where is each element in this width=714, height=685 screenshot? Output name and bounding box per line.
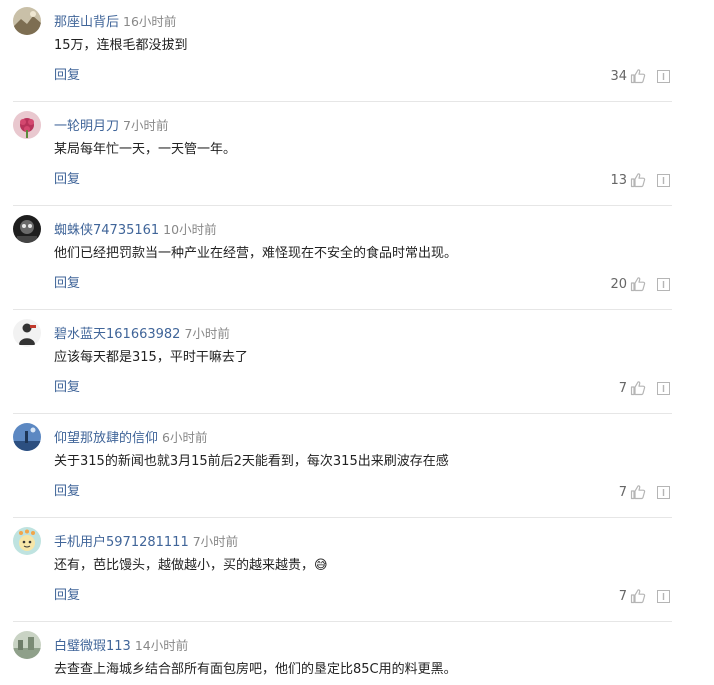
thumbs-up-icon — [630, 485, 646, 500]
comment-divider — [13, 517, 672, 518]
reply-button[interactable]: 回复 — [54, 170, 80, 190]
comment-username[interactable]: 一轮明月刀 — [54, 119, 119, 134]
comment-item: 白璧微瑕113 14小时前 去查查上海城乡结合部所有面包房吧，他们的垦定比85C用… — [0, 629, 714, 685]
user-avatar[interactable] — [13, 527, 41, 555]
comment-text: 15万，连根毛都没拔到 — [54, 38, 188, 53]
comment-username[interactable]: 白璧微瑕113 — [54, 639, 131, 654]
thumbs-up-icon — [630, 381, 646, 396]
user-avatar[interactable] — [13, 215, 41, 243]
like-count: 7 — [618, 380, 627, 396]
like-count: 34 — [610, 68, 627, 84]
comment-text: 关于315的新闻也就3月15前后2天能看到，每次315出来刷波存在感 — [54, 454, 449, 469]
comment-text: 某局每年忙一天，一天管一年。 — [54, 142, 237, 157]
like-button[interactable]: 7 — [619, 481, 646, 503]
comment-item: 仰望那放肆的信仰 6小时前 关于315的新闻也就3月15前后2天能看到，每次315… — [0, 421, 714, 525]
comment-timestamp: 7小时前 — [123, 118, 169, 133]
like-count: 20 — [610, 276, 627, 292]
comment-text: 他们已经把罚款当一种产业在经营，难怪现在不安全的食品时常出现。 — [54, 246, 458, 261]
like-button[interactable]: 7 — [619, 585, 646, 607]
user-avatar[interactable] — [13, 319, 41, 347]
comment-text: 还有，芭比馒头，越做越小，买的越来越贵，😅 — [54, 558, 328, 573]
comment-divider — [13, 205, 672, 206]
comment-divider — [13, 413, 672, 414]
comment-timestamp: 10小时前 — [163, 222, 217, 237]
like-button[interactable]: 13 — [610, 169, 646, 191]
thumbs-up-icon — [630, 69, 646, 84]
comment-item: 蜘蛛侠74735161 10小时前 他们已经把罚款当一种产业在经营，难怪现在不安全… — [0, 213, 714, 317]
like-count: 7 — [618, 588, 627, 604]
comment-timestamp: 16小时前 — [123, 14, 177, 29]
user-avatar[interactable] — [13, 423, 41, 451]
comment-username[interactable]: 碧水蓝天161663982 — [54, 327, 180, 342]
comment-timestamp: 7小时前 — [184, 326, 230, 341]
report-icon[interactable] — [657, 382, 670, 395]
comment-item: 手机用户5971281111 7小时前 还有，芭比馒头，越做越小，买的越来越贵，😅… — [0, 525, 714, 629]
comment-username[interactable]: 手机用户5971281111 — [54, 535, 189, 550]
user-avatar[interactable] — [13, 111, 41, 139]
comment-username[interactable]: 仰望那放肆的信仰 — [54, 431, 158, 446]
report-icon[interactable] — [657, 278, 670, 291]
thumbs-up-icon — [630, 173, 646, 188]
like-button[interactable]: 7 — [619, 377, 646, 399]
thumbs-up-icon — [630, 277, 646, 292]
comment-text: 去查查上海城乡结合部所有面包房吧，他们的垦定比85C用的料更黑。 — [54, 662, 457, 677]
comment-timestamp: 7小时前 — [192, 534, 239, 549]
like-button[interactable]: 20 — [610, 273, 646, 295]
comment-divider — [13, 101, 672, 102]
comment-timestamp: 6小时前 — [162, 430, 208, 445]
like-count: 13 — [610, 172, 627, 188]
reply-button[interactable]: 回复 — [54, 586, 80, 606]
reply-button[interactable]: 回复 — [54, 378, 80, 398]
report-icon[interactable] — [657, 590, 670, 603]
like-count: 7 — [618, 484, 627, 500]
comment-timestamp: 14小时前 — [134, 638, 189, 653]
report-icon[interactable] — [657, 70, 670, 83]
like-button[interactable]: 34 — [610, 65, 646, 87]
comment-text: 应该每天都是315，平时干嘛去了 — [54, 350, 248, 365]
comment-username[interactable]: 蜘蛛侠74735161 — [54, 223, 159, 238]
reply-button[interactable]: 回复 — [54, 274, 80, 294]
comment-item: 一轮明月刀 7小时前 某局每年忙一天，一天管一年。 回复 13 — [0, 109, 714, 213]
reply-button[interactable]: 回复 — [54, 66, 80, 86]
comment-divider — [13, 621, 672, 622]
user-avatar[interactable] — [13, 631, 41, 659]
report-icon[interactable] — [657, 174, 670, 187]
comment-username[interactable]: 那座山背后 — [54, 15, 119, 30]
user-avatar[interactable] — [13, 7, 41, 35]
reply-button[interactable]: 回复 — [54, 482, 80, 502]
comment-divider — [13, 309, 672, 310]
report-icon[interactable] — [657, 486, 670, 499]
thumbs-up-icon — [630, 589, 646, 604]
comment-item: 碧水蓝天161663982 7小时前 应该每天都是315，平时干嘛去了 回复 7 — [0, 317, 714, 421]
comment-item: 那座山背后 16小时前 15万，连根毛都没拔到 回复 34 — [0, 5, 714, 109]
